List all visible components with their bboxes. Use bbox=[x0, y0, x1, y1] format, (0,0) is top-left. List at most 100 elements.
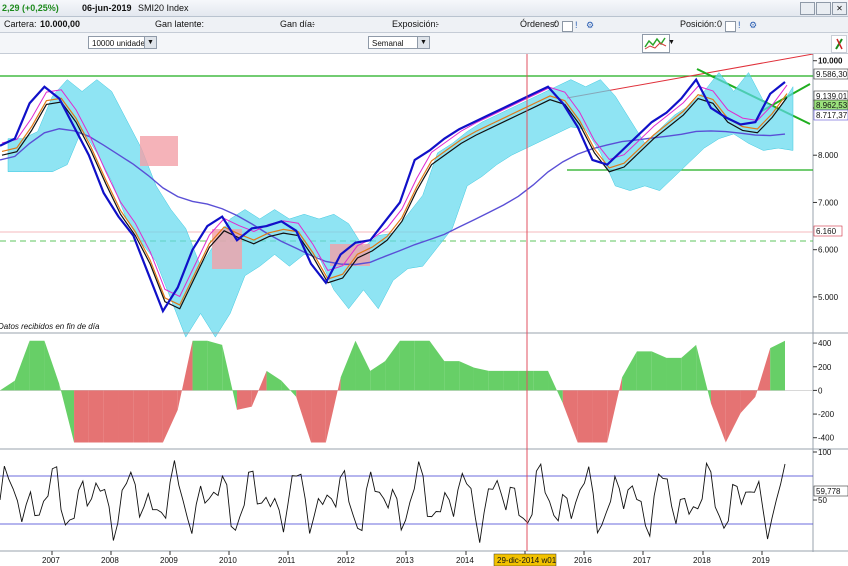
x-tick-label: 2010 bbox=[219, 556, 237, 565]
momentum-oscillator-panel[interactable]: 400 200 0 -200 -400 bbox=[0, 339, 835, 443]
osc-area-segment bbox=[696, 344, 711, 404]
gan-dia-value: - bbox=[312, 19, 315, 29]
cartera-value: 10.000,00 bbox=[40, 19, 81, 29]
price-box-slow-ma-text: 8.717,37 bbox=[816, 111, 848, 120]
y-tick-label: 8.000 bbox=[818, 151, 839, 160]
ordenes-value: 0 bbox=[554, 19, 560, 29]
gan-dia-label: Gan día: bbox=[280, 19, 315, 29]
osc-area-segment bbox=[88, 390, 104, 443]
y-tick-label: 5.000 bbox=[818, 293, 839, 302]
stochastic-oscillator-panel[interactable]: 100 50 bbox=[0, 448, 832, 543]
x-tick-label: 2014 bbox=[456, 556, 474, 565]
osc-tick-label: 400 bbox=[818, 339, 832, 348]
osc2-tick-label: 100 bbox=[818, 448, 832, 457]
osc-area-segment bbox=[636, 351, 652, 391]
period-select[interactable]: Semanal ▼ bbox=[368, 36, 430, 49]
close-icon[interactable]: ✕ bbox=[832, 2, 847, 15]
posicion-value: 0 bbox=[717, 19, 723, 29]
instrument-name[interactable]: SMI20 Index bbox=[138, 3, 189, 13]
osc-area-segment bbox=[251, 370, 267, 407]
osc-area-segment bbox=[29, 340, 45, 391]
osc-area-segment bbox=[44, 340, 60, 391]
cursor-date-text: 29-dic-2014 w01 bbox=[497, 556, 557, 565]
x-tick-label: 2019 bbox=[752, 556, 770, 565]
osc-area-segment bbox=[325, 377, 341, 443]
chevron-down-icon[interactable]: ▼ bbox=[144, 37, 156, 48]
osc-area-segment bbox=[370, 361, 386, 391]
osc-area-segment bbox=[162, 390, 178, 443]
quote-date: 06-jun-2019 bbox=[82, 3, 132, 13]
osc-area-segment bbox=[681, 344, 697, 391]
chart-style-icon[interactable] bbox=[642, 34, 670, 53]
x-tick-label: 2011 bbox=[278, 556, 296, 565]
price-box-ma-text: 9.139,01 bbox=[816, 92, 848, 101]
osc-area-segment bbox=[236, 390, 252, 410]
osc-area-segment bbox=[651, 351, 667, 391]
x-axis-ticks: 2007200820092010201120122013201420152016… bbox=[42, 551, 770, 565]
osc2-tick-label: 50 bbox=[818, 496, 827, 505]
maximize-button[interactable] bbox=[816, 2, 831, 15]
osc-area-segment bbox=[770, 340, 785, 391]
osc-area-segment bbox=[488, 370, 504, 391]
osc-area-segment bbox=[444, 361, 460, 391]
instrument-header-bar: 2,29 (+0,25%) 06-jun-2019 SMI20 Index ✕ bbox=[0, 0, 848, 17]
osc-area-segment bbox=[296, 390, 312, 443]
stochastic-line bbox=[0, 460, 786, 543]
price-box-last-text: 9.586,30 bbox=[816, 70, 848, 79]
y-tick-label: 10.000 bbox=[818, 57, 843, 66]
x-tick-label: 2007 bbox=[42, 556, 60, 565]
osc-tick-label: -400 bbox=[818, 434, 835, 443]
osc-area-segment bbox=[177, 340, 193, 410]
quantity-select[interactable]: 10000 unidades ▼ bbox=[88, 36, 157, 49]
y-tick-label: 6.000 bbox=[818, 246, 839, 255]
x-tick-label: 2013 bbox=[396, 556, 414, 565]
chevron-down-icon[interactable]: ▼ bbox=[417, 37, 429, 48]
price-change-text: 2,29 (+0,25%) bbox=[2, 3, 59, 13]
osc-area-segment bbox=[281, 380, 297, 397]
osc-box-value-text: 59,778 bbox=[816, 487, 841, 496]
osc-area-segment bbox=[607, 377, 623, 443]
x-tick-label: 2009 bbox=[160, 556, 178, 565]
posicion-label: Posición: bbox=[680, 19, 717, 29]
osc-area-segment bbox=[133, 390, 149, 443]
osc-area-segment bbox=[740, 390, 756, 414]
tools-icon[interactable] bbox=[831, 35, 847, 53]
osc-area-segment bbox=[399, 340, 415, 391]
exposicion-label: Exposición: bbox=[392, 19, 439, 29]
osc-area-segment bbox=[592, 390, 608, 443]
osc-area-segment bbox=[222, 344, 237, 410]
minimize-button[interactable] bbox=[800, 2, 815, 15]
osc-area-segment bbox=[533, 370, 549, 391]
osc-area-segment bbox=[207, 340, 223, 391]
osc-area-segment bbox=[0, 380, 15, 391]
osc-area-segment bbox=[429, 340, 445, 391]
osc-area-segment bbox=[562, 390, 578, 443]
x-tick-label: 2016 bbox=[574, 556, 592, 565]
osc-area-segment bbox=[473, 367, 489, 391]
period-select-value: Semanal bbox=[372, 39, 404, 48]
osc-area-segment bbox=[518, 370, 534, 391]
x-tick-label: 2017 bbox=[633, 556, 651, 565]
osc-tick-label: -200 bbox=[818, 410, 835, 419]
osc-area-segment bbox=[266, 370, 282, 391]
osc-area-segment bbox=[340, 340, 356, 391]
osc-tick-label: 0 bbox=[818, 386, 823, 395]
osc-area-segment bbox=[118, 390, 134, 443]
osc-area-segment bbox=[459, 361, 474, 391]
osc-area-segment bbox=[577, 390, 593, 443]
osc-area-segment bbox=[622, 351, 637, 391]
x-tick-label: 2008 bbox=[101, 556, 119, 565]
chart-style-dropdown-icon[interactable]: ▼ bbox=[668, 37, 676, 48]
quantity-select-value: 10000 unidades bbox=[92, 39, 149, 48]
osc-area-segment bbox=[710, 390, 726, 443]
osc-area-segment bbox=[755, 348, 771, 397]
osc-area-segment bbox=[74, 390, 89, 443]
cartera-label: Cartera: bbox=[4, 19, 37, 29]
price-chart-area[interactable]: 400 200 0 -200 -400 100 50 Datos recibidos en… bbox=[0, 54, 848, 566]
price-box-support-text: 6.160 bbox=[816, 227, 837, 236]
osc-area-segment bbox=[103, 390, 119, 443]
osc-area-segment bbox=[725, 390, 741, 443]
osc-area-segment bbox=[14, 340, 30, 391]
osc-tick-label: 200 bbox=[818, 363, 832, 372]
status-text: Datos recibidos en fin de día bbox=[0, 322, 100, 331]
